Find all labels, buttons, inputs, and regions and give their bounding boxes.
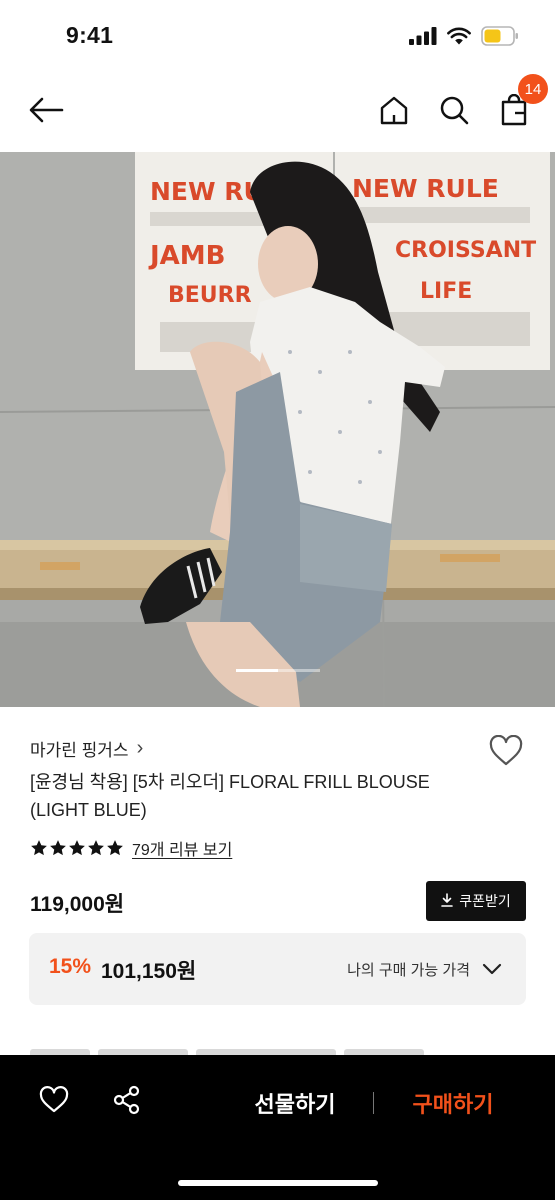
poster-text-right-2: CROISSANT	[395, 238, 536, 263]
status-time: 9:41	[66, 22, 114, 48]
star-icon	[107, 840, 123, 856]
star-icon	[50, 840, 66, 856]
cart-count-badge: 14	[518, 74, 548, 104]
cart-button[interactable]: 14	[494, 74, 548, 132]
star-icon	[69, 840, 85, 856]
product-photo-illustration: NEW RULE JAMB BEURR NEW RULE CROISSANT L…	[0, 152, 555, 707]
back-arrow-icon	[28, 96, 64, 129]
share-icon	[113, 1085, 141, 1120]
discount-rate: 15%	[49, 955, 92, 978]
rating-row: 79개 리뷰 보기	[30, 836, 232, 860]
search-icon	[438, 94, 470, 131]
brand-name: 마가린 핑거스	[30, 741, 129, 760]
top-nav: 14	[0, 72, 555, 152]
original-price: 119,000원	[30, 893, 125, 916]
share-button[interactable]	[110, 1085, 144, 1119]
wishlist-button[interactable]	[487, 734, 525, 772]
discount-label: 나의 구매 가능 가격	[347, 962, 470, 979]
discount-price: 101,150원	[101, 960, 197, 983]
status-icons	[409, 26, 519, 51]
product-image[interactable]: NEW RULE JAMB BEURR NEW RULE CROISSANT L…	[0, 152, 555, 707]
coupon-button-label: 쿠폰받기	[459, 893, 511, 909]
product-name-line-1: [윤경님 착용] [5차 리오더] FLORAL FRILL BLOUSE	[30, 772, 430, 792]
star-icon	[31, 840, 47, 856]
heart-icon	[39, 1085, 69, 1119]
product-name-line-2: (LIGHT BLUE)	[30, 800, 147, 820]
home-icon	[378, 94, 410, 131]
back-button[interactable]	[26, 92, 66, 132]
buy-button[interactable]: 구매하기	[396, 1083, 510, 1123]
poster-text-left-3: BEURR	[168, 283, 252, 308]
brand-link[interactable]: 마가린 핑거스 ›	[30, 736, 143, 761]
image-slide-indicator	[236, 669, 320, 672]
bottom-action-bar: 선물하기 구매하기	[0, 1055, 555, 1200]
review-link[interactable]: 79개 리뷰 보기	[132, 836, 232, 860]
poster-text-left-2: JAMB	[148, 241, 226, 271]
discount-price-box[interactable]: 15% 101,150원 나의 구매 가능 가격	[29, 933, 526, 1005]
home-button[interactable]	[374, 92, 414, 132]
coupon-button[interactable]: 쿠폰받기	[426, 881, 526, 921]
product-name: [윤경님 착용] [5차 리오더] FLORAL FRILL BLOUSE (L…	[30, 768, 480, 824]
wifi-icon	[447, 27, 471, 50]
status-bar: 9:41	[0, 0, 555, 72]
star-icon	[88, 840, 104, 856]
bottom-bar-divider	[373, 1092, 374, 1114]
rating-stars	[30, 839, 124, 857]
download-icon	[441, 892, 454, 910]
search-button[interactable]	[434, 92, 474, 132]
poster-text-right-1: NEW RULE	[352, 174, 499, 203]
battery-icon	[481, 26, 519, 51]
chevron-down-icon	[480, 957, 504, 981]
signal-icon	[409, 27, 437, 50]
bottom-wishlist-button[interactable]	[37, 1085, 71, 1119]
gift-button[interactable]: 선물하기	[236, 1083, 354, 1123]
home-indicator	[178, 1180, 378, 1186]
poster-text-right-3: LIFE	[420, 279, 472, 304]
heart-icon	[489, 734, 523, 772]
chevron-right-icon: ›	[136, 737, 144, 759]
image-slide-indicator-fill	[236, 669, 278, 672]
